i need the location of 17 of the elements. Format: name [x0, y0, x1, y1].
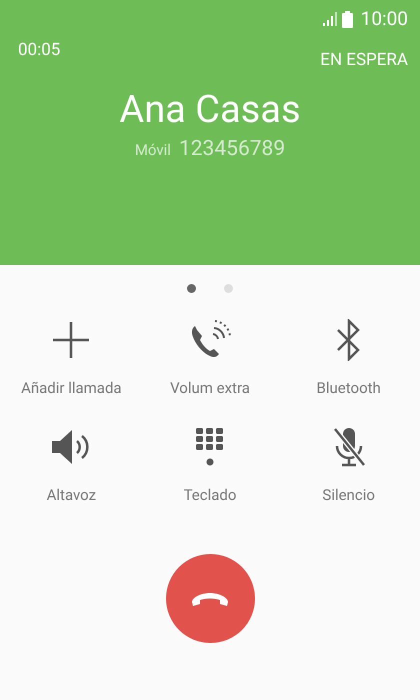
contact-name: Ana Casas: [119, 86, 301, 134]
muted-microphone-icon: [332, 426, 366, 468]
call-action-button[interactable]: Silencio: [279, 422, 418, 506]
clock: 10:00: [360, 6, 408, 32]
plus-icon: [52, 321, 90, 359]
call-action-button[interactable]: Teclado: [140, 422, 280, 506]
phone-number: 123456789: [178, 136, 286, 162]
call-action-button[interactable]: Altavoz: [2, 422, 141, 506]
call-action-button[interactable]: Bluetooth: [279, 315, 418, 400]
call-action-button[interactable]: Añadir llamada: [2, 315, 141, 400]
signal-icon: [322, 12, 338, 26]
battery-icon: [342, 10, 353, 28]
call-action-button[interactable]: Volum extra: [140, 315, 280, 400]
number-type: Móvil: [134, 140, 171, 160]
hold-button[interactable]: EN ESPERA: [320, 48, 408, 74]
call-timer: 00:05: [18, 39, 60, 62]
keypad-icon: [194, 426, 225, 466]
